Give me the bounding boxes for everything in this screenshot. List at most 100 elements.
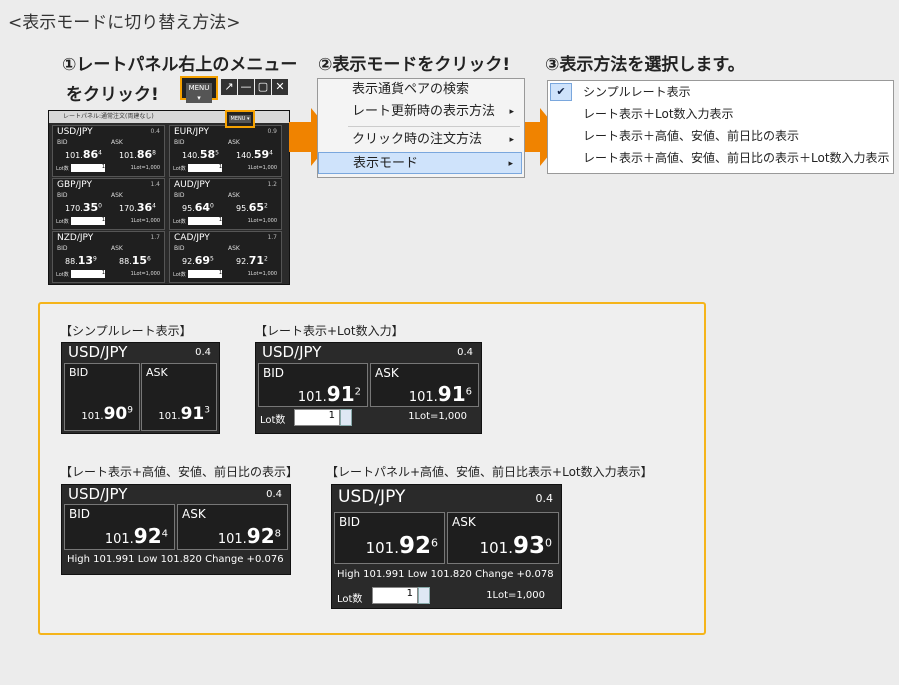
lot-label: Lot数 — [173, 272, 186, 278]
menu-item-search-pair[interactable]: 表示通貨ペアの検索 — [318, 79, 522, 101]
lot-input[interactable]: 1 — [71, 270, 105, 278]
menu-item-label: クリック時の注文方法 — [352, 132, 483, 147]
lot-label: Lot数 — [260, 415, 286, 426]
ask-label: ASK — [111, 245, 123, 252]
high-low-change: High 101.991 Low 101.820 Change +0.078 — [337, 569, 554, 580]
lot-label: Lot数 — [56, 219, 69, 225]
currency-pair: USD/JPY — [262, 343, 322, 361]
bid-label: BID — [263, 366, 285, 380]
lot-input[interactable]: 1 — [188, 164, 222, 172]
currency-pair: USD/JPY — [57, 127, 93, 137]
bid-label: BID — [57, 245, 68, 252]
bid-price[interactable]: 92.695 — [182, 254, 214, 267]
currency-pair: USD/JPY — [338, 487, 406, 507]
example-title-lot: 【レート表示+Lot数入力】 — [255, 324, 404, 338]
bid-cell[interactable]: BID 101.909 — [64, 363, 140, 431]
menu-item-label: 表示通貨ペアの検索 — [352, 82, 470, 97]
lot-stepper[interactable] — [340, 409, 352, 426]
bid-label: BID — [69, 507, 91, 521]
ask-cell[interactable]: ASK 101.916 — [370, 363, 479, 407]
menu-item-update-display[interactable]: レート更新時の表示方法 ▸ — [318, 101, 522, 123]
ask-price[interactable]: 140.594 — [236, 148, 273, 161]
ask-price[interactable]: 170.364 — [119, 201, 156, 214]
menu-item-display-mode[interactable]: 表示モード ▸ — [318, 152, 522, 174]
bid-price[interactable]: 101.864 — [65, 148, 102, 161]
menu-button[interactable]: MENU ▾ — [180, 76, 218, 103]
spread: 1.2 — [267, 181, 277, 188]
maximize-icon[interactable]: ▢ — [255, 79, 271, 95]
menu-item-click-order[interactable]: クリック時の注文方法 ▸ — [318, 129, 522, 151]
mode-rate-hlc[interactable]: レート表示＋高値、安値、前日比の表示 — [548, 125, 891, 147]
ask-label: ASK — [182, 507, 206, 521]
lot-unit: 1Lot=1,000 — [486, 590, 545, 601]
minimize-icon[interactable]: — — [238, 79, 254, 95]
mode-rate-hlc-lot[interactable]: レート表示＋高値、安値、前日比の表示＋Lot数入力表示 — [548, 147, 891, 169]
mode-label: レート表示＋高値、安値、前日比の表示 — [583, 129, 800, 143]
rate-panel-window: レートパネル:通常注文(両建なし) USD/JPY 0.4 BID ASK 101.86… — [48, 110, 290, 285]
ask-label: ASK — [111, 139, 123, 146]
lot-input[interactable]: 1 — [71, 164, 105, 172]
mini-rate-panel: GBP/JPY 1.4 BID ASK 170.350 170.364 Lot数 1 1Lot=… — [52, 178, 165, 230]
lot-unit: 1Lot=1,000 — [247, 271, 277, 277]
mini-rate-panel: CAD/JPY 1.7 BID ASK 92.695 92.712 Lot数 1 1Lot=1,… — [169, 231, 282, 283]
lot-input[interactable]: 1 — [372, 587, 418, 604]
menu-button-small[interactable]: MENU ▾ — [225, 110, 255, 128]
bid-cell[interactable]: BID 101.912 — [258, 363, 368, 407]
lot-input[interactable]: 1 — [188, 270, 222, 278]
bid-price: 101.912 — [297, 382, 361, 406]
rate-panel-lot: USD/JPY 0.4 BID 101.912 ASK 101.916 Lot数… — [255, 342, 482, 434]
bid-cell[interactable]: BID 101.926 — [334, 512, 445, 564]
spread: 1.7 — [150, 234, 160, 241]
submenu-arrow-icon: ▸ — [509, 107, 514, 117]
step1-title: ①レートパネル右上のメニュー — [62, 55, 298, 75]
mini-rate-panel: EUR/JPY 0.9 BID ASK 140.585 140.594 Lot数 1 1Lot=… — [169, 125, 282, 177]
ask-label: ASK — [228, 245, 240, 252]
menu-item-label: レート更新時の表示方法 — [352, 104, 496, 119]
currency-pair: CAD/JPY — [174, 233, 210, 243]
submenu-arrow-icon: ▸ — [509, 135, 514, 145]
ask-price[interactable]: 95.652 — [236, 201, 268, 214]
ask-price[interactable]: 101.868 — [119, 148, 156, 161]
bid-label: BID — [174, 192, 185, 199]
ask-price: 101.913 — [158, 404, 210, 424]
spread: 0.9 — [267, 128, 277, 135]
step3-title: ③表示方法を選択します。 — [545, 55, 745, 75]
spread: 0.4 — [195, 347, 211, 358]
mode-label: レート表示＋Lot数入力表示 — [583, 107, 734, 121]
bid-price[interactable]: 88.139 — [65, 254, 97, 267]
mode-simple-rate[interactable]: ✔ シンプルレート表示 — [548, 81, 891, 103]
bid-label: BID — [174, 139, 185, 146]
ask-price: 101.916 — [408, 382, 472, 406]
ask-cell[interactable]: ASK 101.928 — [177, 504, 288, 550]
currency-pair: USD/JPY — [68, 343, 128, 361]
bid-price[interactable]: 170.350 — [65, 201, 102, 214]
pin-icon[interactable]: ↗ — [221, 79, 237, 95]
lot-input[interactable]: 1 — [188, 217, 222, 225]
lot-stepper[interactable] — [418, 587, 430, 604]
display-mode-submenu: ✔ シンプルレート表示 レート表示＋Lot数入力表示 レート表示＋高値、安値、前日… — [547, 80, 894, 174]
bid-price[interactable]: 140.585 — [182, 148, 219, 161]
ask-cell[interactable]: ASK 101.913 — [141, 363, 217, 431]
mini-rate-panel: USD/JPY 0.4 BID ASK 101.864 101.868 Lot数 1 1Lot=… — [52, 125, 165, 177]
ask-price: 101.930 — [479, 533, 552, 559]
ask-cell[interactable]: ASK 101.930 — [447, 512, 559, 564]
menu-divider — [348, 126, 520, 127]
bid-label: BID — [57, 139, 68, 146]
bid-price: 101.909 — [81, 404, 133, 424]
bid-price[interactable]: 95.640 — [182, 201, 214, 214]
bid-cell[interactable]: BID 101.924 — [64, 504, 175, 550]
mini-rate-panel: AUD/JPY 1.2 BID ASK 95.640 95.652 Lot数 1 1Lot=1,… — [169, 178, 282, 230]
lot-label: Lot数 — [337, 594, 363, 605]
rate-panel-hlc-lot: USD/JPY 0.4 BID 101.926 ASK 101.930 High… — [331, 484, 562, 609]
lot-input[interactable]: 1 — [294, 409, 340, 426]
mode-rate-lot[interactable]: レート表示＋Lot数入力表示 — [548, 103, 891, 125]
step2-title: ②表示モードをクリック! — [318, 55, 511, 75]
ask-price[interactable]: 88.156 — [119, 254, 151, 267]
lot-unit: 1Lot=1,000 — [408, 411, 467, 422]
currency-pair: AUD/JPY — [174, 180, 211, 190]
bid-label: BID — [69, 366, 89, 379]
lot-input[interactable]: 1 — [71, 217, 105, 225]
ask-price[interactable]: 92.712 — [236, 254, 268, 267]
lot-unit: 1Lot=1,000 — [247, 165, 277, 171]
close-icon[interactable]: ✕ — [272, 79, 288, 95]
